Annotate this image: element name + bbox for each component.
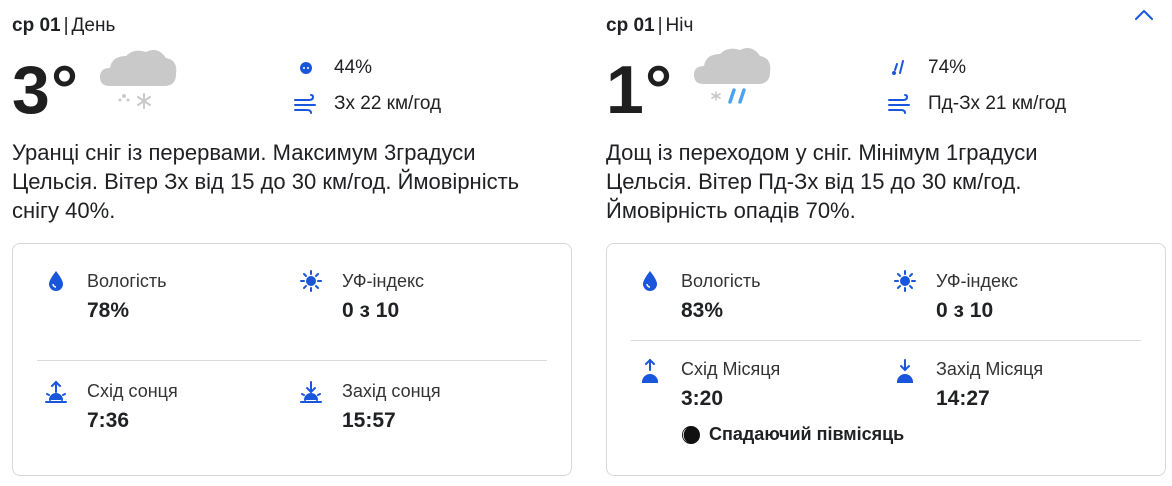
night-wind: Пд-Зх 21 км/год (886, 90, 1066, 118)
night-date: ср 01 (606, 15, 655, 36)
moonset-label: Захід Місяця (936, 359, 1044, 379)
card-divider (631, 340, 1141, 341)
cloud-rain-snow-icon (694, 48, 771, 104)
moonrise-label: Схід Місяця (681, 359, 781, 379)
night-details-card: Вологість 83% УФ-індекс 0 з 10 Схід Міся… (606, 243, 1166, 476)
humidity-label: Вологість (87, 271, 167, 291)
day-date: ср 01 (12, 15, 61, 36)
sunrise-value: 7:36 (87, 409, 130, 432)
rain-drops-icon (886, 56, 914, 80)
day-date-row: ср 01 | День (12, 14, 115, 38)
night-wind-value: Пд-Зх 21 км/год (928, 93, 1067, 114)
wind-icon (292, 92, 320, 116)
sun-icon (892, 270, 918, 300)
day-description: Уранці сніг із перервами. Максимум 3град… (12, 140, 520, 223)
cloud-snow-icon (100, 50, 177, 109)
night-precipitation-value: 74% (928, 57, 967, 78)
sunset-label: Захід сонця (342, 381, 441, 401)
water-drop-icon (43, 270, 69, 300)
day-wind: Зх 22 км/год (292, 90, 441, 118)
moonset-icon (892, 358, 918, 388)
chevron-up-icon (1135, 10, 1153, 20)
uv-value: 0 з 10 (342, 299, 400, 322)
sunset-icon (298, 380, 324, 410)
night-precipitation: 74% (886, 54, 966, 82)
moon-phase-label: Спадаючий півмісяць (709, 424, 905, 444)
night-period: Ніч (665, 15, 694, 36)
day-forecast-panel: ср 01 | День 3° 44% Зх 22 км/год Уранці … (12, 0, 572, 486)
humidity-value: 78% (87, 299, 130, 322)
moonset-value: 14:27 (936, 387, 990, 410)
waning-crescent-moon-icon (682, 425, 700, 444)
date-separator: | (63, 15, 69, 36)
night-forecast-panel: ср 01 | Ніч 1° 74% Пд-Зх 21 км/год Дощ і… (606, 0, 1166, 486)
day-wind-value: Зх 22 км/год (334, 93, 442, 114)
day-precipitation-value: 44% (334, 57, 373, 78)
precipitation-dot-icon (292, 56, 320, 80)
sunrise-label: Схід сонця (87, 381, 178, 401)
uv-value: 0 з 10 (936, 299, 994, 322)
night-date-row: ср 01 | Ніч (606, 14, 693, 38)
moonrise-value: 3:20 (681, 387, 724, 410)
humidity-label: Вологість (681, 271, 761, 291)
uv-label: УФ-індекс (342, 271, 425, 291)
date-separator: | (657, 15, 663, 36)
day-period: День (71, 15, 116, 36)
night-description: Дощ із переходом у сніг. Мінімум 1градус… (606, 140, 1038, 223)
wind-icon (886, 92, 914, 116)
night-temperature: 1° (606, 52, 674, 128)
uv-label: УФ-індекс (936, 271, 1019, 291)
day-temperature: 3° (12, 52, 80, 128)
collapse-chevron-button[interactable] (1130, 4, 1158, 26)
sun-icon (298, 270, 324, 300)
day-details-card: Вологість 78% УФ-індекс 0 з 10 Схід сонц… (12, 243, 572, 476)
humidity-value: 83% (681, 299, 724, 322)
water-drop-icon (637, 270, 663, 300)
sunset-value: 15:57 (342, 409, 396, 432)
moon-phase: Спадаючий півмісяць (681, 424, 904, 445)
moonrise-icon (637, 358, 663, 388)
sunrise-icon (43, 380, 69, 410)
card-divider (37, 360, 547, 361)
day-precipitation: 44% (292, 54, 372, 82)
